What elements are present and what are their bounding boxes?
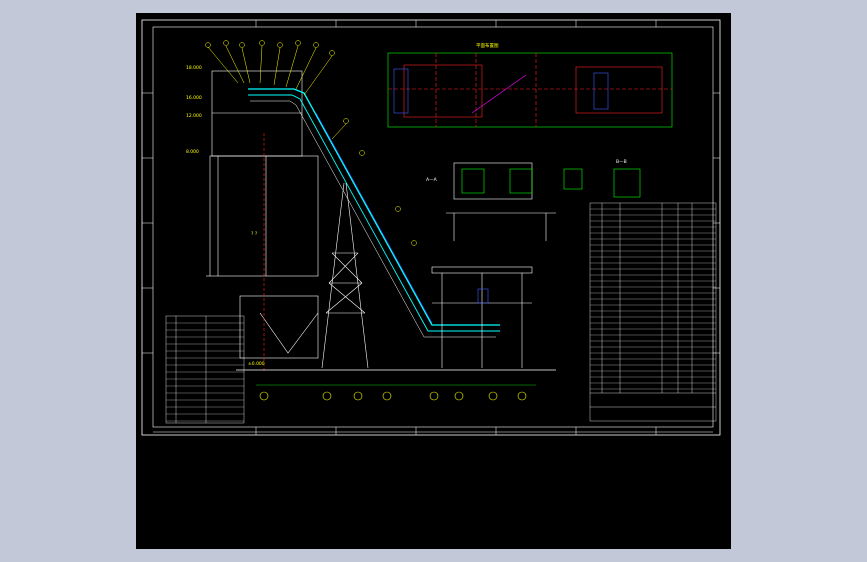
- plan-view-title: 平面布置图: [476, 42, 499, 49]
- plan-view: [387, 52, 673, 128]
- parts-list-table: [589, 202, 717, 422]
- svg-text:±0.000: ±0.000: [248, 361, 265, 367]
- parts-list-rows: [590, 208, 716, 390]
- cad-viewer-canvas[interactable]: ? ? 18.000 16.000 12.000 8.000 ±0.000 平面…: [136, 13, 731, 549]
- receiving-frame: [431, 266, 533, 368]
- question-marks: ? ?: [251, 231, 258, 237]
- drawing-outer-frame: [141, 19, 721, 436]
- svg-text:16.000: 16.000: [186, 95, 202, 101]
- section-views: [446, 162, 641, 241]
- border-ticks: [142, 20, 720, 435]
- level-marks: 18.000 16.000 12.000 8.000 ±0.000: [186, 65, 265, 367]
- conveyor-drawing: ? ? 18.000 16.000 12.000 8.000 ±0.000 平面…: [141, 19, 721, 436]
- svg-text:12.000: 12.000: [186, 113, 202, 119]
- svg-text:18.000: 18.000: [186, 65, 202, 71]
- section-a-label: A—A: [426, 177, 438, 183]
- axis-markers: [259, 391, 527, 401]
- equipment-list-rows: [166, 322, 244, 422]
- support-trestle: [321, 182, 369, 369]
- svg-text:8.000: 8.000: [186, 149, 199, 155]
- bunker-structure: [206, 70, 319, 373]
- section-b-label: B—B: [616, 159, 627, 165]
